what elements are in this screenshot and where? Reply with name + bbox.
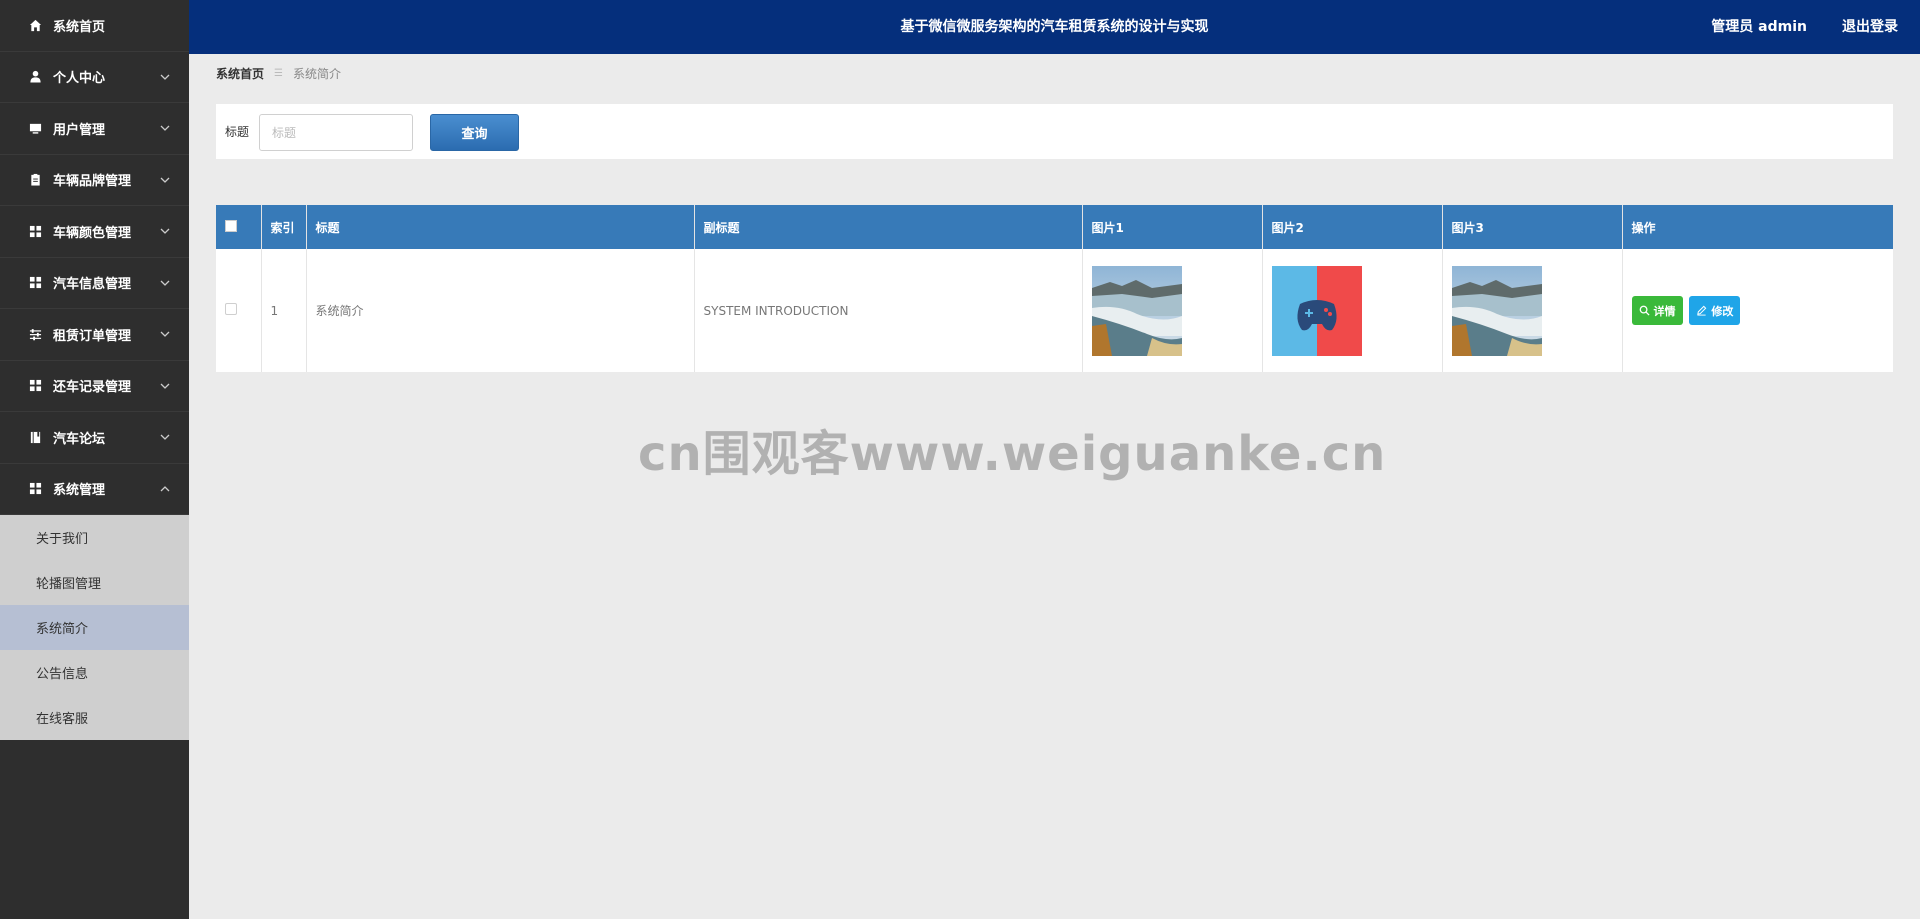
row-checkbox-cell [216, 249, 262, 372]
sidebar-item-color-management[interactable]: 车辆颜色管理 [0, 206, 189, 258]
submenu-item-about-us[interactable]: 关于我们 [0, 515, 189, 560]
column-header: 索引 [261, 205, 307, 249]
monitor-icon [28, 121, 42, 135]
submenu-item-announcements[interactable]: 公告信息 [0, 650, 189, 695]
home-icon [28, 18, 42, 32]
sidebar-item-label: 汽车论坛 [53, 431, 106, 447]
edit-button-label: 修改 [1711, 304, 1734, 318]
sidebar-item-brand-management[interactable]: 车辆品牌管理 [0, 155, 189, 206]
sidebar-item-label: 还车记录管理 [53, 380, 132, 396]
chevron-down-icon [160, 74, 170, 80]
detail-button-label: 详情 [1653, 304, 1676, 318]
submenu-item-carousel-management[interactable]: 轮播图管理 [0, 560, 189, 605]
chevron-down-icon [160, 331, 170, 338]
query-button[interactable]: 查询 [430, 114, 519, 151]
beach-landscape-image [1091, 265, 1182, 356]
beach-landscape-image [1451, 265, 1542, 356]
detail-button[interactable]: 详情 [1631, 296, 1683, 325]
column-header: 图片3 [1442, 205, 1623, 249]
image1-cell [1082, 249, 1263, 372]
column-header: 副标题 [694, 205, 1083, 249]
breadcrumb-current: 系统简介 [292, 67, 341, 81]
sliders-icon [28, 327, 42, 341]
select-all-checkbox[interactable] [225, 219, 237, 232]
sidebar-item-return-record-management[interactable]: 还车记录管理 [0, 361, 189, 412]
row-index: 1 [261, 249, 307, 372]
sidebar-item-user-management[interactable]: 用户管理 [0, 103, 189, 155]
grid-icon [28, 224, 42, 238]
sidebar-item-rental-order-management[interactable]: 租赁订单管理 [0, 309, 189, 361]
sidebar-item-label: 汽车信息管理 [53, 277, 132, 293]
sidebar-item-label: 租赁订单管理 [53, 328, 132, 344]
sidebar-item-label: 系统管理 [53, 483, 106, 499]
grid-icon [28, 482, 42, 496]
chevron-down-icon [160, 125, 170, 132]
chevron-down-icon [160, 434, 170, 441]
breadcrumb: 系统首页 ☰ 系统简介 [216, 65, 341, 82]
table-header-row: 索引 标题 副标题 图片1 图片2 图片3 操作 [216, 205, 1893, 249]
system-management-submenu: 关于我们 轮播图管理 系统简介 公告信息 在线客服 [0, 515, 189, 740]
chevron-down-icon [160, 280, 170, 286]
sidebar-item-label: 车辆颜色管理 [53, 225, 132, 241]
search-label: 标题 [225, 125, 250, 139]
column-header: 图片1 [1082, 205, 1263, 249]
sidebar-item-personal-center[interactable]: 个人中心 [0, 52, 189, 103]
row-subtitle: SYSTEM INTRODUCTION [694, 249, 1083, 372]
row-title: 系统简介 [306, 249, 695, 372]
sidebar-item-system-management[interactable]: 系统管理 [0, 464, 189, 515]
breadcrumb-separator-icon: ☰ [274, 68, 283, 79]
page-title: 基于微信微服务架构的汽车租赁系统的设计与实现 [900, 19, 1209, 35]
column-header: 操作 [1622, 205, 1893, 249]
sidebar: 系统首页 个人中心 用户管理 车辆品牌管理 车辆颜色管理 汽车信息管理 租赁订单… [0, 0, 189, 919]
header-bar: 基于微信微服务架构的汽车租赁系统的设计与实现 管理员 admin 退出登录 [189, 0, 1920, 54]
sidebar-item-car-forum[interactable]: 汽车论坛 [0, 412, 189, 464]
submenu-item-online-service[interactable]: 在线客服 [0, 695, 189, 740]
sidebar-item-label: 个人中心 [53, 71, 106, 87]
chevron-down-icon [160, 383, 170, 389]
image2-cell [1262, 249, 1443, 372]
chevron-down-icon [160, 228, 170, 235]
sidebar-item-home[interactable]: 系统首页 [0, 0, 189, 52]
sidebar-item-label: 系统首页 [53, 19, 106, 35]
edit-icon [1697, 305, 1707, 316]
data-table: 索引 标题 副标题 图片1 图片2 图片3 操作 1 系统简介 SYSTEM I… [216, 205, 1893, 372]
title-search-input[interactable] [259, 114, 413, 151]
logout-link[interactable]: 退出登录 [1842, 0, 1898, 54]
row-checkbox[interactable] [225, 303, 237, 315]
sidebar-item-car-info-management[interactable]: 汽车信息管理 [0, 258, 189, 309]
chevron-down-icon [160, 177, 170, 183]
user-icon [28, 70, 42, 84]
watermark-text: cn围观客www.weiguanke.cn [638, 426, 1387, 482]
gamepad-image [1271, 265, 1362, 356]
book-icon [28, 430, 42, 444]
search-panel: 标题 查询 [216, 104, 1893, 159]
column-header: 图片2 [1262, 205, 1443, 249]
sidebar-item-label: 车辆品牌管理 [53, 174, 132, 190]
user-label: 管理员 admin [1711, 19, 1807, 35]
sidebar-item-label: 用户管理 [53, 122, 106, 138]
grid-icon [28, 379, 42, 393]
edit-button[interactable]: 修改 [1689, 296, 1741, 325]
breadcrumb-home[interactable]: 系统首页 [216, 65, 264, 82]
grid-icon [28, 276, 42, 290]
submenu-item-system-intro[interactable]: 系统简介 [0, 605, 189, 650]
image3-cell [1442, 249, 1623, 372]
select-all-checkbox-cell [216, 205, 262, 249]
column-header: 标题 [306, 205, 695, 249]
clipboard-icon [28, 173, 42, 187]
actions-cell: 详情 修改 [1622, 249, 1893, 372]
search-icon [1639, 305, 1650, 316]
chevron-up-icon [160, 485, 170, 492]
table-row: 1 系统简介 SYSTEM INTRODUCTION 详情 修改 [216, 249, 1893, 372]
